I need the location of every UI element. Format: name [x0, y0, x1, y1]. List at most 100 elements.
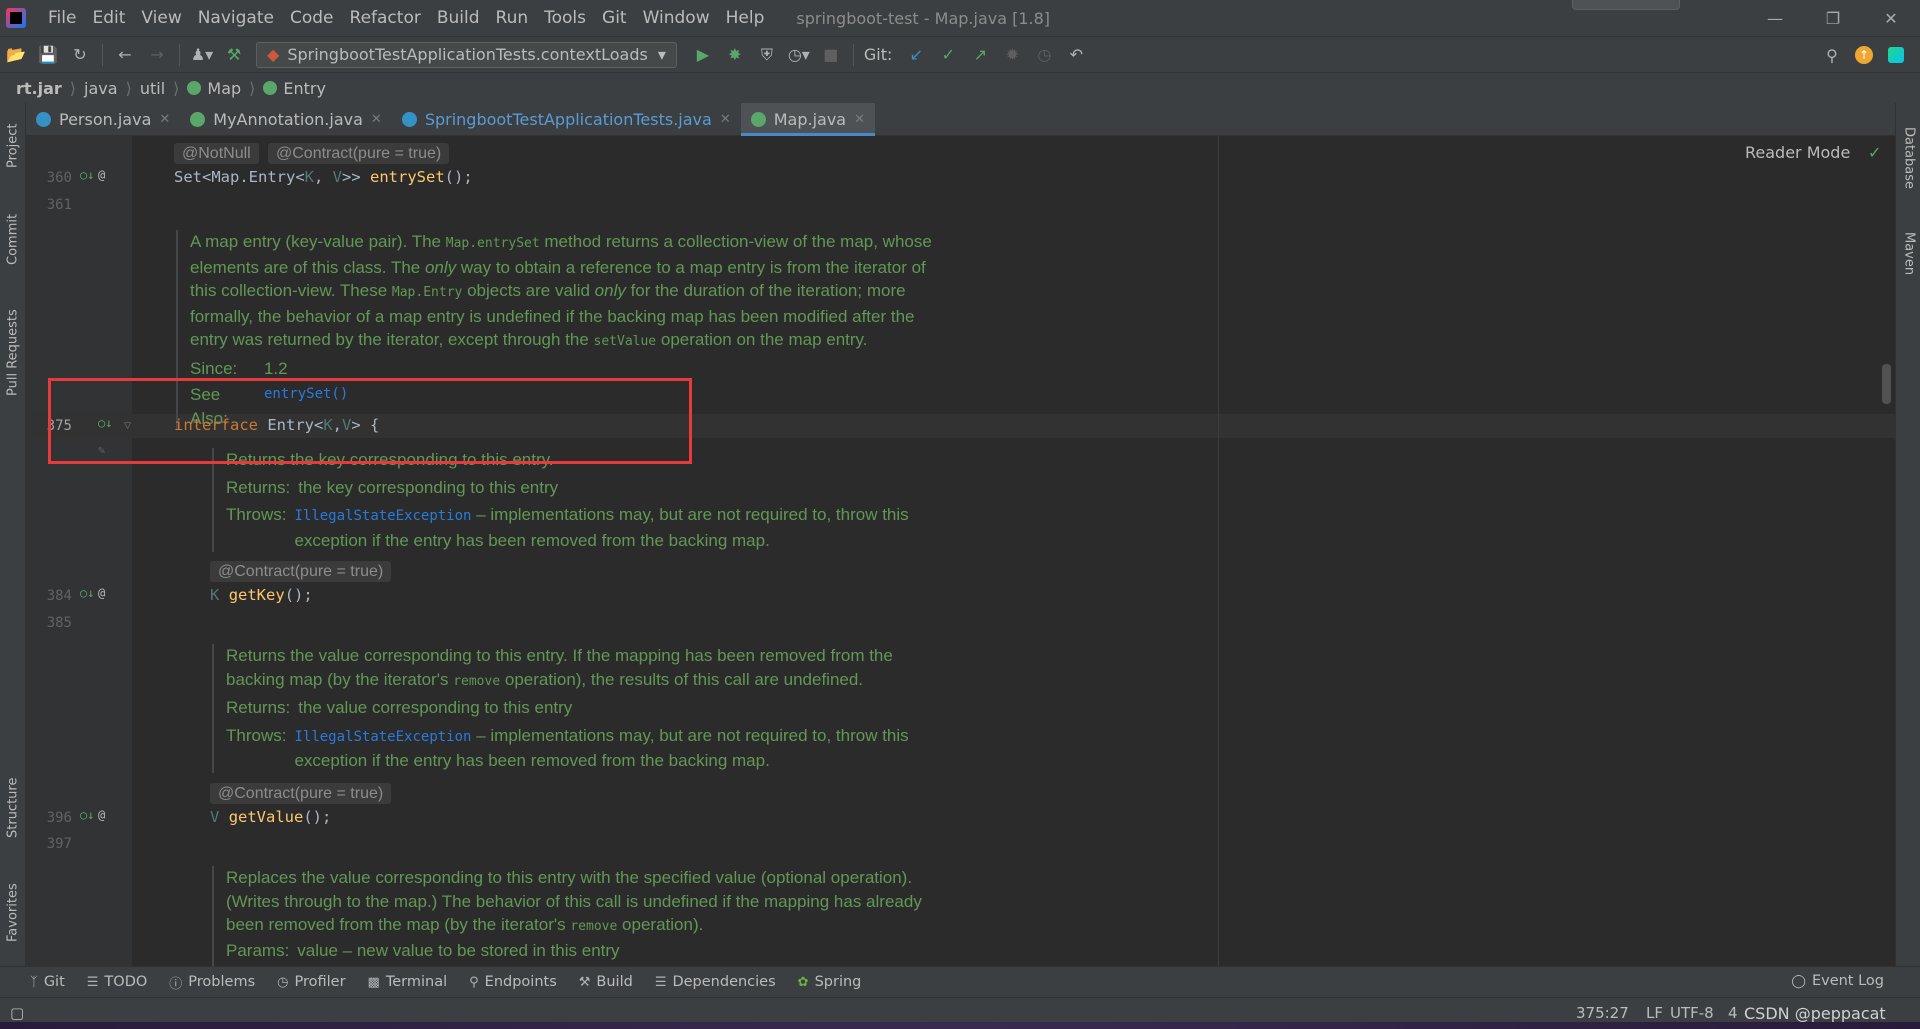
tool-tab-maven[interactable]: Maven [1898, 219, 1920, 289]
menu-file[interactable]: File [40, 0, 84, 36]
close-icon[interactable]: ✕ [854, 112, 865, 127]
run-icon[interactable]: ▶ [687, 39, 719, 71]
debug-icon[interactable]: ✸ [719, 39, 751, 71]
editor-tab-bar: Person.java ✕ MyAnnotation.java ✕ Spring… [26, 103, 1895, 136]
git-commit-icon[interactable]: ✓ [932, 39, 964, 71]
breadcrumb-entry[interactable]: Entry [283, 79, 326, 98]
menu-git[interactable]: Git [594, 0, 635, 36]
file-encoding[interactable]: UTF-8 [1670, 1004, 1714, 1022]
tool-tab-pull-requests[interactable]: Pull Requests [2, 293, 24, 413]
run-config-label: SpringbootTestApplicationTests.contextLo… [287, 45, 648, 64]
tool-window-bar: ᛉ Git ☰ TODO ⓘ Problems ◷ Profiler ▩ Terminal… [0, 966, 1920, 997]
tool-tab-favorites[interactable]: Favorites [2, 868, 24, 958]
annotation-gutter-icon[interactable]: @ [98, 808, 105, 822]
annotation-gutter-icon[interactable]: @ [98, 586, 105, 600]
close-icon[interactable]: ✕ [720, 112, 731, 127]
menu-tools[interactable]: Tools [536, 0, 594, 36]
open-folder-icon[interactable]: 📂 [0, 39, 32, 71]
event-log-button[interactable]: ◯ Event Log [1791, 973, 1884, 989]
tool-git[interactable]: ᛉ Git [30, 974, 65, 990]
code-line-360[interactable]: Set<Map.Entry<K, V>> entrySet(); [174, 168, 473, 186]
tab-person-java[interactable]: Person.java ✕ [26, 103, 180, 136]
caret-position[interactable]: 375:27 [1576, 1004, 1629, 1022]
implemented-method-icon[interactable]: ○↓ [80, 808, 94, 822]
jetbrains-toolbox-icon[interactable] [1880, 39, 1912, 71]
close-window-button[interactable]: ✕ [1862, 0, 1920, 36]
menu-run[interactable]: Run [488, 0, 537, 36]
menu-refactor[interactable]: Refactor [342, 0, 429, 36]
window-title: springboot-test - Map.java [1.8] [796, 8, 1051, 28]
user-dropdown-icon[interactable]: ♟▾ [186, 39, 218, 71]
tab-myannotation-java[interactable]: MyAnnotation.java ✕ [180, 103, 392, 136]
breadcrumb-rt-jar[interactable]: rt.jar [16, 79, 62, 98]
tool-dependencies[interactable]: ☰ Dependencies [655, 974, 776, 990]
minimize-button[interactable]: — [1746, 0, 1804, 36]
tool-todo[interactable]: ☰ TODO [87, 974, 148, 990]
build-hammer-icon[interactable]: ⚒ [218, 39, 250, 71]
breadcrumb-java[interactable]: java [84, 79, 118, 98]
back-icon[interactable]: ← [109, 39, 141, 71]
menu-code[interactable]: Code [282, 0, 342, 36]
intellij-logo-icon [6, 8, 26, 28]
tool-tab-database[interactable]: Database [1898, 113, 1920, 203]
git-push-icon[interactable]: ↗ [964, 39, 996, 71]
close-icon[interactable]: ✕ [159, 112, 170, 127]
annotation-gutter-icon[interactable]: @ [98, 168, 105, 182]
reader-mode-toggle[interactable]: Reader Mode [1745, 143, 1850, 162]
profile-icon[interactable]: ◷▾ [783, 39, 815, 71]
close-icon[interactable]: ✕ [371, 112, 382, 127]
run-configuration-select[interactable]: ◆ SpringbootTestApplicationTests.context… [256, 41, 677, 68]
memory-indicator[interactable] [1572, 0, 1680, 10]
annotation-icon [190, 112, 206, 127]
implemented-method-icon[interactable]: ○↓ [80, 168, 94, 182]
menu-help[interactable]: Help [718, 0, 773, 36]
implemented-method-icon[interactable]: ○↓ [80, 586, 94, 600]
inspection-ok-icon[interactable]: ✓ [1868, 143, 1881, 162]
list-icon: ☰ [86, 974, 99, 990]
forward-icon[interactable]: → [141, 39, 173, 71]
exception-link[interactable]: IllegalStateException [294, 508, 471, 524]
menu-window[interactable]: Window [635, 0, 718, 36]
search-icon[interactable]: ⚲ [1816, 39, 1848, 71]
restore-button[interactable]: ❐ [1804, 0, 1862, 36]
line-number: 384 [46, 588, 72, 604]
update-icon[interactable]: ↑ [1848, 39, 1880, 71]
git-history-icon[interactable]: ◷ [1028, 39, 1060, 71]
info-icon: ⓘ [169, 976, 183, 992]
line-number: 396 [46, 810, 72, 826]
interface-icon [750, 112, 766, 127]
save-all-icon[interactable]: 💾 [32, 39, 64, 71]
tool-problems[interactable]: ⓘ Problems [169, 973, 255, 992]
coverage-icon[interactable]: ⛨ [751, 39, 783, 71]
tool-build[interactable]: ⚒ Build [579, 974, 633, 990]
toggle-tool-windows-icon[interactable]: ▢ [10, 1004, 24, 1022]
breadcrumb-map[interactable]: Map [207, 79, 241, 98]
line-number: 360 [46, 170, 72, 186]
code-line-396[interactable]: V getValue(); [210, 808, 331, 826]
menu-edit[interactable]: Edit [84, 0, 133, 36]
breadcrumb: rt.jar ⟩ java ⟩ util ⟩ Map ⟩ Entry [0, 72, 1920, 103]
main-toolbar: 📂 💾 ↻ ← → ♟▾ ⚒ ◆ SpringbootTestApplicati… [0, 36, 1920, 72]
git-update-icon[interactable]: ↙ [900, 39, 932, 71]
sync-icon[interactable]: ↻ [64, 39, 96, 71]
git-merge-icon[interactable]: ✹ [996, 39, 1028, 71]
tab-springboottestapplicationtests-java[interactable]: SpringbootTestApplicationTests.java ✕ [392, 103, 741, 136]
tool-endpoints[interactable]: ⚲ Endpoints [469, 974, 557, 990]
tool-profiler[interactable]: ◷ Profiler [277, 974, 345, 990]
javadoc-getvalue: Returns the value corresponding to this … [212, 644, 992, 773]
menu-navigate[interactable]: Navigate [190, 0, 282, 36]
code-line-384[interactable]: K getKey(); [210, 586, 313, 604]
indent-setting[interactable]: 4 [1728, 1004, 1738, 1022]
breadcrumb-util[interactable]: util [140, 79, 165, 98]
stop-icon[interactable]: ■ [815, 39, 847, 71]
hammer-icon: ⚒ [578, 974, 591, 990]
git-rollback-icon[interactable]: ↶ [1060, 39, 1092, 71]
menu-view[interactable]: View [133, 0, 189, 36]
tool-spring[interactable]: ✿ Spring [798, 974, 862, 990]
vertical-scrollbar-thumb[interactable] [1882, 364, 1891, 404]
line-separator[interactable]: LF [1646, 1004, 1663, 1022]
tool-terminal[interactable]: ▩ Terminal [368, 974, 448, 990]
menu-build[interactable]: Build [429, 0, 488, 36]
exception-link[interactable]: IllegalStateException [294, 729, 471, 745]
tab-map-java[interactable]: Map.java ✕ [740, 103, 876, 136]
